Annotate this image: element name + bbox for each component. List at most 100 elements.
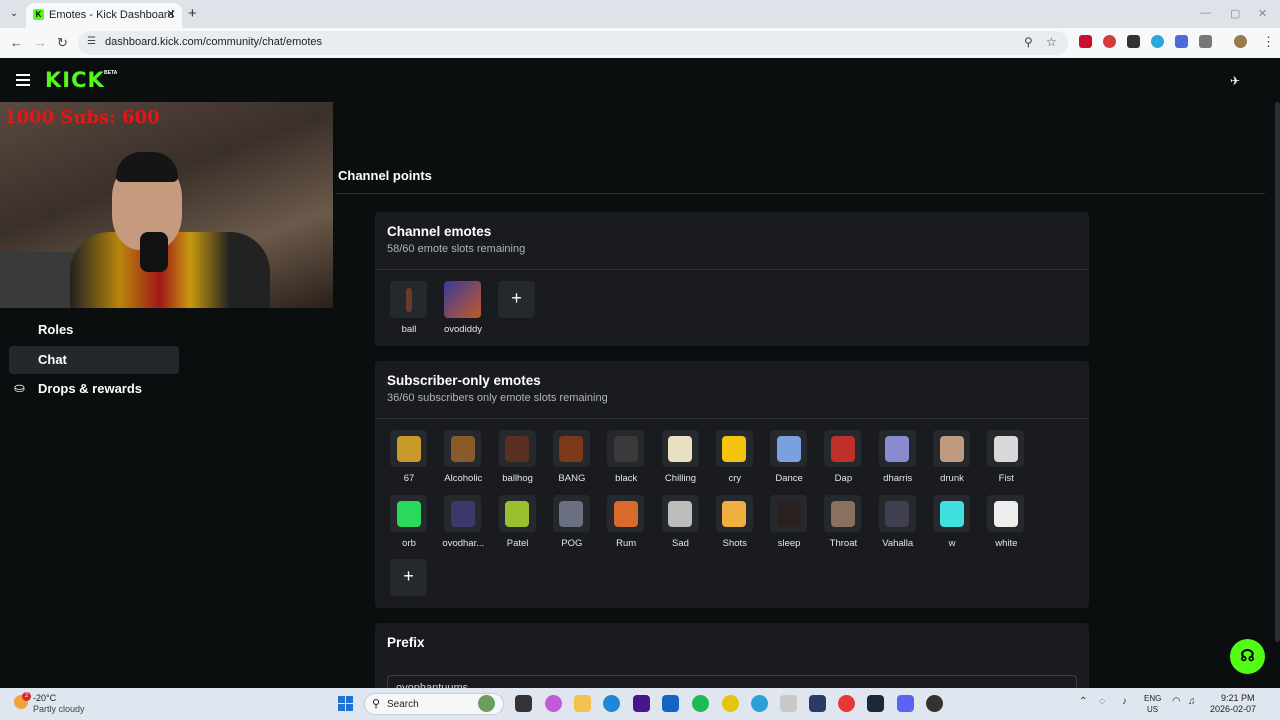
edge-icon[interactable] <box>603 695 620 712</box>
emote-patel[interactable]: Patel <box>498 495 537 549</box>
emote-throat[interactable]: Throat <box>824 495 862 549</box>
emote-black[interactable]: black <box>607 430 645 484</box>
emote-drunk[interactable]: drunk <box>933 430 971 484</box>
emote-w[interactable]: w <box>933 495 971 549</box>
emote-image <box>824 495 862 532</box>
emote-dharris[interactable]: dharris <box>878 430 917 484</box>
telegram-icon[interactable] <box>751 695 768 712</box>
emote-dap[interactable]: Dap <box>824 430 862 484</box>
tab-search-icon[interactable]: ⌄ <box>6 6 22 22</box>
extension-4-icon[interactable] <box>1151 35 1164 48</box>
sidebar-item-roles[interactable]: Roles <box>9 316 179 344</box>
emote-67[interactable]: 67 <box>390 430 428 484</box>
extension-1-icon[interactable] <box>1079 35 1092 48</box>
extension-2-icon[interactable] <box>1103 35 1116 48</box>
bookmark-star-icon[interactable]: ☆ <box>1046 35 1057 49</box>
emote-sad[interactable]: Sad <box>661 495 700 549</box>
snipping-tool-icon[interactable] <box>780 695 797 712</box>
extension-3-icon[interactable] <box>1127 35 1140 48</box>
nzxt-icon[interactable] <box>633 695 650 712</box>
emote-pog[interactable]: POG <box>552 495 591 549</box>
emote-bang[interactable]: BANG <box>552 430 591 484</box>
maximize-icon[interactable]: ▢ <box>1230 7 1240 20</box>
tab-close-icon[interactable]: ✕ <box>166 7 176 21</box>
emote-ovodiddy[interactable]: ovodiddy <box>444 281 482 335</box>
emote-rum[interactable]: Rum <box>607 495 645 549</box>
support-chat-button[interactable]: ☊ <box>1230 639 1265 674</box>
weather-description: Partly cloudy <box>33 704 85 714</box>
chrome-icon[interactable] <box>838 695 855 712</box>
sidebar-item-drops-rewards[interactable]: ⛀ Drops & rewards <box>9 375 179 403</box>
profile-avatar[interactable] <box>1234 35 1247 48</box>
browser-tab-bar: ⌄ K Emotes - Kick Dashboard ✕ + — ▢ ✕ <box>0 0 1280 28</box>
emote-chilling[interactable]: Chilling <box>661 430 700 484</box>
tab-channel-points[interactable]: Channel points <box>338 168 432 183</box>
url-input[interactable]: ☰ dashboard.kick.com/community/chat/emot… <box>78 31 1068 55</box>
new-tab-icon[interactable]: + <box>188 5 197 22</box>
network-icon[interactable]: ◌ <box>1099 696 1105 707</box>
spotify-icon[interactable] <box>692 695 709 712</box>
forward-icon[interactable]: → <box>34 35 47 50</box>
widget-icon[interactable] <box>478 695 495 712</box>
emote-name: Dance <box>775 473 803 484</box>
emote-sleep[interactable]: sleep <box>770 495 808 549</box>
emote-ballhog[interactable]: ballhog <box>498 430 537 484</box>
zoom-icon[interactable]: ⚲ <box>1024 35 1033 49</box>
discord-icon[interactable] <box>897 695 914 712</box>
wifi-icon[interactable]: ◠ <box>1172 696 1181 707</box>
user-avatar-icon[interactable]: ✈ <box>1230 74 1240 88</box>
emote-image <box>607 430 645 467</box>
emote-cry[interactable]: cry <box>715 430 754 484</box>
kick-logo[interactable]: KICK <box>45 68 105 92</box>
emote-image <box>715 495 753 532</box>
emote-shots[interactable]: Shots <box>715 495 754 549</box>
browser-menu-icon[interactable]: ⋮ <box>1262 34 1275 50</box>
divider <box>375 269 1089 270</box>
app-icon[interactable] <box>662 695 679 712</box>
search-label: Search <box>387 699 419 710</box>
reload-icon[interactable]: ↻ <box>57 35 68 51</box>
windows-taskbar: 2 -20°C Partly cloudy ⚲ Search ⌃ ◌ ♪ ENG… <box>0 688 1280 720</box>
emote-ovodhar-[interactable]: ovodhar... <box>442 495 484 549</box>
add-emote-button[interactable]: + <box>498 281 535 318</box>
clock-time[interactable]: 9:21 PM <box>1221 693 1255 703</box>
app-icon-2[interactable] <box>722 695 739 712</box>
language-indicator[interactable]: ENG <box>1144 694 1161 703</box>
sidebar-item-chat[interactable]: Chat <box>9 346 179 374</box>
copilot-icon[interactable] <box>545 695 562 712</box>
address-bar-row: ← → ↻ ☰ dashboard.kick.com/community/cha… <box>0 28 1280 58</box>
scrollbar[interactable] <box>1275 102 1280 642</box>
emote-white[interactable]: white <box>987 495 1025 549</box>
microphone-icon[interactable]: ♪ <box>1122 696 1127 707</box>
emote-alcoholic[interactable]: Alcoholic <box>444 430 482 484</box>
steam-icon[interactable] <box>867 695 884 712</box>
obs-icon[interactable] <box>926 695 943 712</box>
weather-badge: 2 <box>22 692 31 701</box>
add-subscriber-emote-button[interactable]: + <box>390 559 427 596</box>
emote-dance[interactable]: Dance <box>770 430 808 484</box>
windows-start-icon[interactable] <box>338 696 354 712</box>
extension-5-icon[interactable] <box>1175 35 1188 48</box>
emote-vahalla[interactable]: Vahalla <box>878 495 917 549</box>
emote-ball[interactable]: ball <box>390 281 428 335</box>
emote-name: BANG <box>558 473 586 484</box>
back-icon[interactable]: ← <box>10 35 23 50</box>
task-view-icon[interactable] <box>515 695 532 712</box>
browser-tab[interactable]: K Emotes - Kick Dashboard ✕ <box>26 3 182 28</box>
emote-name: Alcoholic <box>444 473 483 484</box>
extensions-puzzle-icon[interactable] <box>1199 35 1212 48</box>
emote-image <box>661 495 699 532</box>
app-icon-3[interactable] <box>809 695 826 712</box>
close-window-icon[interactable]: ✕ <box>1258 7 1267 20</box>
subs-overlay-text: 1000 Subs: 600 <box>4 107 160 128</box>
site-info-icon[interactable]: ☰ <box>87 36 96 47</box>
minimize-icon[interactable]: — <box>1200 7 1211 19</box>
volume-icon[interactable]: ♫ <box>1188 696 1196 707</box>
hamburger-menu-icon[interactable] <box>16 74 30 86</box>
file-explorer-icon[interactable] <box>574 695 591 712</box>
emote-orb[interactable]: orb <box>390 495 428 549</box>
emote-fist[interactable]: Fist <box>987 430 1025 484</box>
emote-image <box>390 430 427 467</box>
tray-overflow-icon[interactable]: ⌃ <box>1079 696 1087 707</box>
card-title: Subscriber-only emotes <box>387 373 541 388</box>
